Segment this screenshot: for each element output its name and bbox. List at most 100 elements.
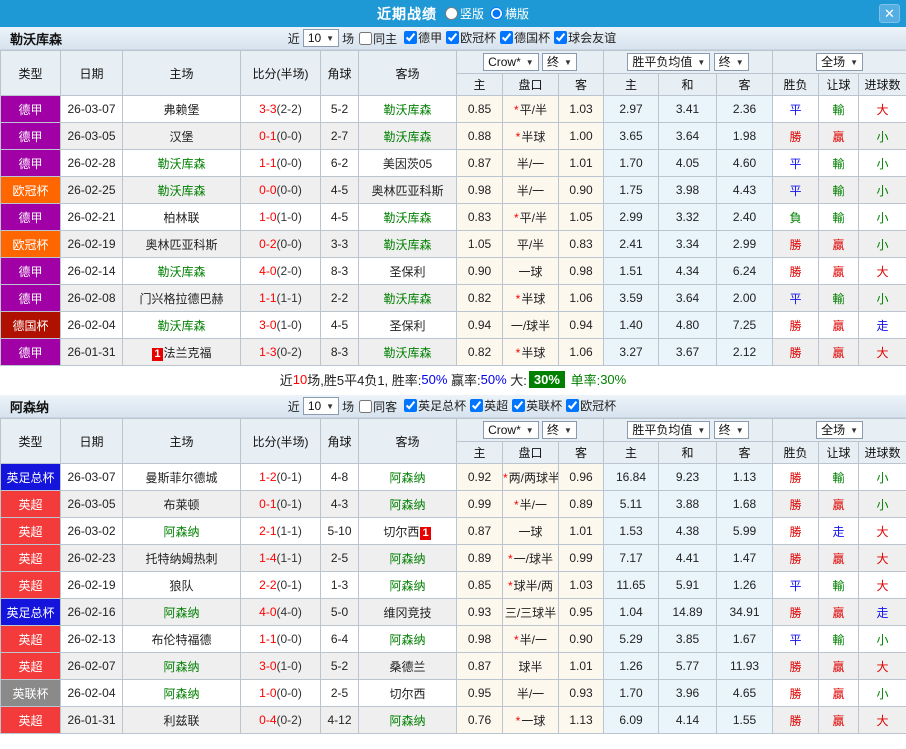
team-name[interactable]: 切尔西 [383,525,419,539]
wdl-stage-select[interactable]: 终 ▼ [713,421,749,439]
radio-horizontal-label[interactable]: 横版 [505,5,529,22]
cell-avg-draw: 5.77 [658,652,717,680]
col-avg-lose: 客 [715,441,774,464]
team-name[interactable]: 圣保利 [389,319,425,333]
team-name[interactable]: 勒沃库森 [383,130,431,144]
team-name[interactable]: 美因茨05 [383,157,432,171]
team-name[interactable]: 奥林匹亚科斯 [145,238,217,252]
league-checkbox[interactable] [554,31,568,44]
league-filter[interactable]: 英足总杯 [402,397,466,414]
team-name[interactable]: 勒沃库森 [157,265,205,279]
league-checkbox[interactable] [470,399,484,412]
league-filter[interactable]: 德甲 [402,29,442,46]
team-name[interactable]: 勒沃库森 [383,238,431,252]
close-button[interactable]: ✕ [879,4,900,23]
radio-vertical-label[interactable]: 竖版 [460,5,484,22]
cell-score: 2-2(0-1) [240,571,321,599]
chevron-down-icon: ▼ [735,425,744,435]
team-name[interactable]: 阿森纳 [163,687,199,701]
league-filter[interactable]: 欧冠杯 [444,29,496,46]
recent-matches-table: 类型 日期 主场 比分(半场) 角球 客场 Crow* ▼ 终 ▼ 胜平负均值 ▼ 终… [0,418,906,734]
fulltime-score: 4-0 [259,264,277,278]
games-count-select[interactable]: 10 ▼ [302,397,340,415]
odds-stage-select[interactable]: 终 ▼ [542,53,577,71]
team-name[interactable]: 汉堡 [169,130,193,144]
radio-horizontal-layout[interactable] [490,7,503,20]
team-name[interactable]: 切尔西 [389,687,425,701]
team-name[interactable]: 圣保利 [389,265,425,279]
same-venue-filter[interactable]: 同客 [357,398,397,415]
league-checkbox[interactable] [500,31,514,44]
cell-handicap-result: 贏 [818,338,860,366]
fulltime-score: 0-1 [259,497,277,511]
wdl-type-select[interactable]: 胜平负均值 ▼ [627,53,711,71]
team-name[interactable]: 阿森纳 [389,552,425,566]
team-name[interactable]: 阿森纳 [389,579,425,593]
star-marker: * [513,102,519,117]
league-checkbox[interactable] [566,399,580,412]
team-name[interactable]: 门兴格拉德巴赫 [139,292,223,306]
games-count-select[interactable]: 10 ▼ [302,29,340,47]
cell-avg-draw: 3.67 [658,338,717,366]
team-name[interactable]: 弗赖堡 [163,103,199,117]
league-filter[interactable]: 球会友谊 [552,29,616,46]
team-name[interactable]: 奥林匹亚科斯 [371,184,443,198]
team-name[interactable]: 阿森纳 [389,714,425,728]
team-name[interactable]: 托特纳姆热刺 [145,552,217,566]
col-odds-away: 客 [558,441,604,464]
odds-stage-select[interactable]: 终 ▼ [542,421,577,439]
team-name[interactable]: 阿森纳 [389,471,425,485]
cell-score: 0-1(0-1) [240,490,321,518]
summary-segment: 近 [279,372,293,388]
team-name[interactable]: 勒沃库森 [383,103,431,117]
league-filter[interactable]: 欧冠杯 [564,397,616,414]
league-label: 欧冠杯 [580,399,617,413]
team-name[interactable]: 布莱顿 [163,498,199,512]
same-venue-filter[interactable]: 同主 [357,30,397,47]
cell-away-team: 切尔西 1 [358,517,457,545]
odds-company-select[interactable]: Crow* ▼ [483,53,539,71]
league-filter[interactable]: 英超 [468,397,508,414]
team-name[interactable]: 阿森纳 [163,606,199,620]
team-name[interactable]: 柏林联 [163,211,199,225]
team-name[interactable]: 桑德兰 [389,660,425,674]
radio-vertical-layout[interactable] [444,7,458,20]
team-name[interactable]: 阿森纳 [389,633,425,647]
cell-handicap-result: 輸 [818,463,860,491]
team-name[interactable]: 阿森纳 [163,660,199,674]
cell-handicap: 球半 [502,652,559,680]
wdl-stage-select[interactable]: 终 ▼ [713,53,749,71]
same-venue-checkbox[interactable] [359,31,373,45]
cell-home-team: 奥林匹亚科斯 [122,230,241,258]
team-title: 阿森纳 [10,399,50,415]
team-name[interactable]: 勒沃库森 [383,346,431,360]
cell-date: 26-02-21 [60,203,123,231]
league-filter[interactable]: 德国杯 [498,29,550,46]
same-venue-checkbox[interactable] [359,399,373,413]
league-checkbox[interactable] [446,31,460,44]
team-name[interactable]: 勒沃库森 [157,184,205,198]
team-name[interactable]: 勒沃库森 [157,157,205,171]
team-name[interactable]: 维冈竞技 [383,606,431,620]
team-name[interactable]: 利兹联 [163,714,199,728]
cell-avg-lose: 7.25 [715,311,774,339]
league-checkbox[interactable] [404,399,418,412]
team-name[interactable]: 狼队 [169,579,193,593]
period-select[interactable]: 全场 ▼ [816,421,863,439]
league-checkbox[interactable] [404,31,418,44]
team-name[interactable]: 勒沃库森 [157,319,205,333]
odds-company-select[interactable]: Crow* ▼ [483,421,539,439]
team-name[interactable]: 勒沃库森 [383,292,431,306]
team-name[interactable]: 法兰克福 [164,346,212,360]
team-name[interactable]: 勒沃库森 [383,211,431,225]
team-name[interactable]: 曼斯菲尔德城 [145,471,217,485]
team-name[interactable]: 阿森纳 [163,525,199,539]
wdl-type-select[interactable]: 胜平负均值 ▼ [627,421,711,439]
league-checkbox[interactable] [512,399,526,412]
period-select[interactable]: 全场 ▼ [816,53,863,71]
cell-odds-away: 0.90 [558,176,604,204]
cell-score: 3-0(1-0) [240,311,321,339]
league-filter[interactable]: 英联杯 [510,397,562,414]
team-name[interactable]: 布伦特福德 [151,633,211,647]
team-name[interactable]: 阿森纳 [389,498,425,512]
